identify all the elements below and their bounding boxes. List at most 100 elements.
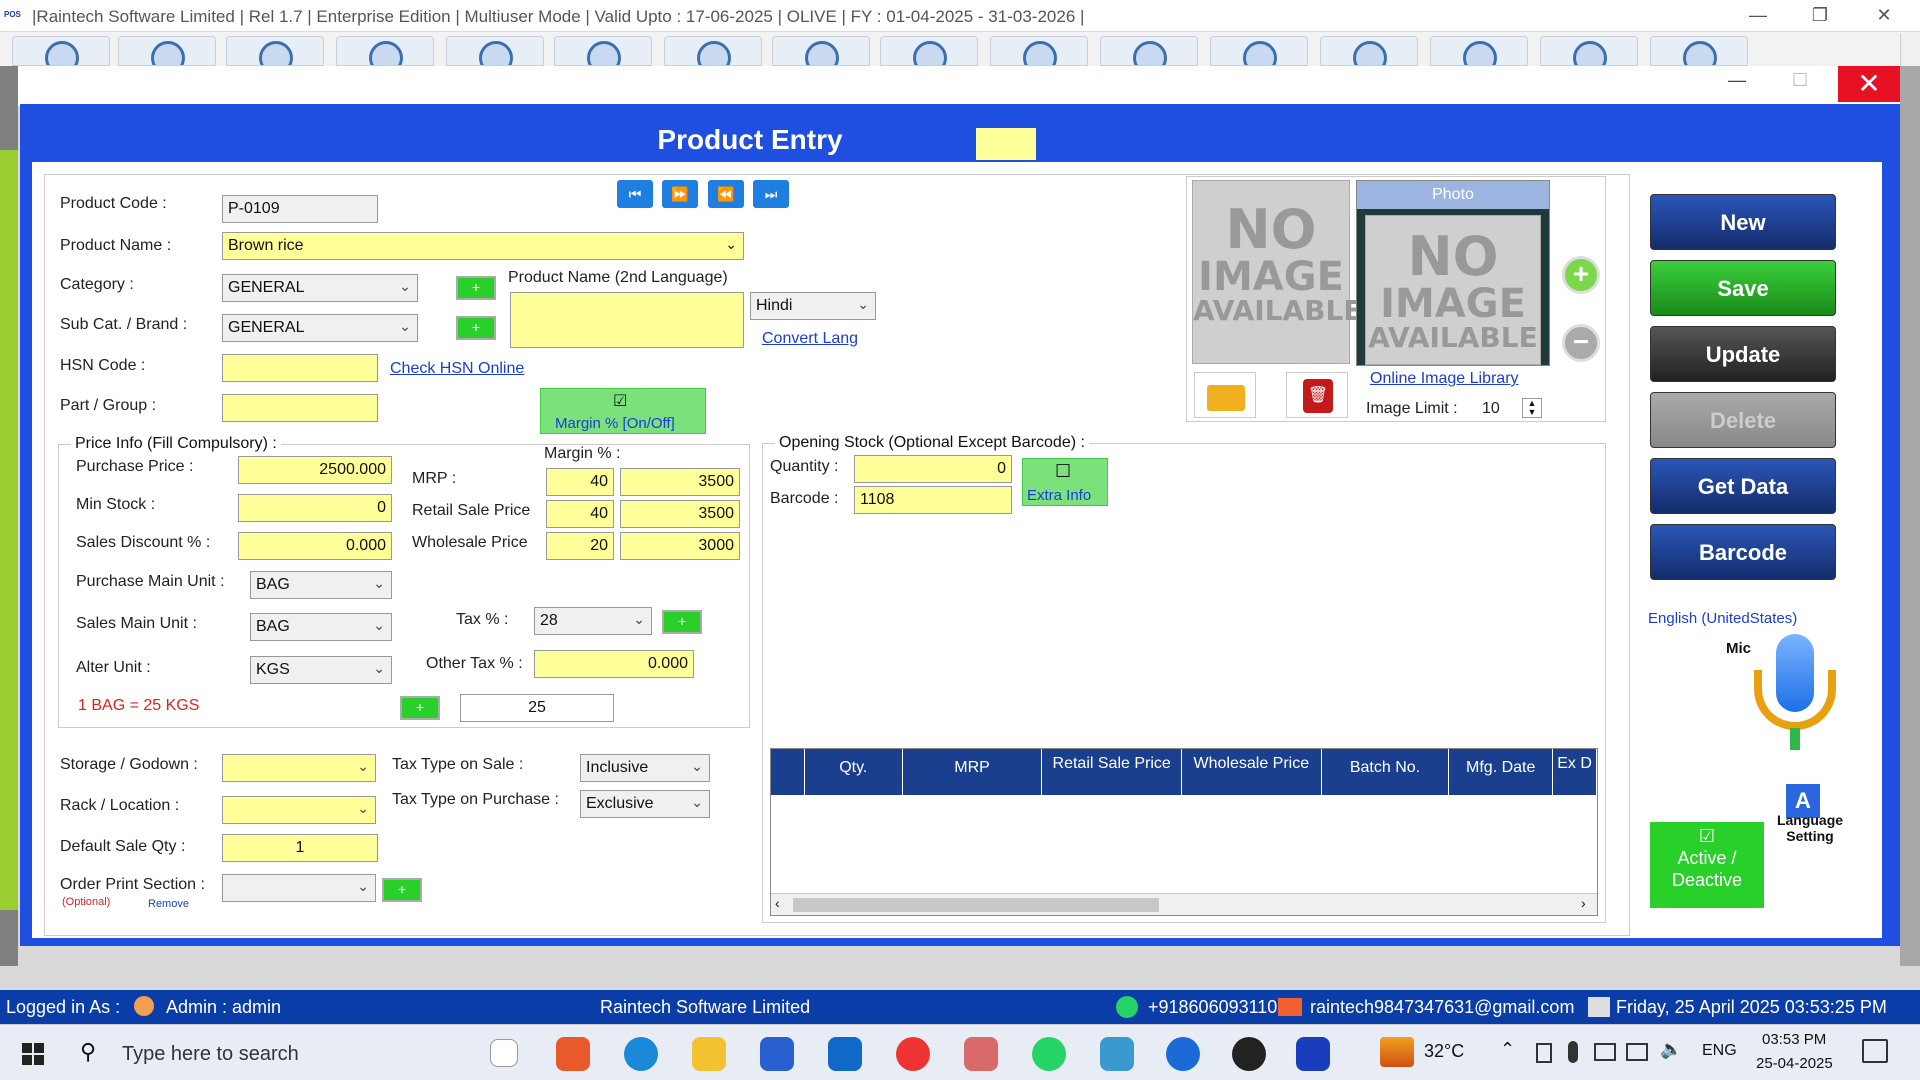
toolbar-button-11[interactable] xyxy=(1100,36,1198,66)
toolbar-button-2[interactable] xyxy=(118,36,216,66)
delete-button[interactable]: Delete xyxy=(1650,392,1836,448)
scroll-left-icon[interactable]: ‹ xyxy=(775,895,780,911)
app-restore-button[interactable]: ❐ xyxy=(1800,2,1840,28)
other-tax-field[interactable]: 0.000 xyxy=(534,650,694,678)
chevron-up-icon[interactable]: ⌃ xyxy=(1500,1039,1515,1060)
save-button[interactable]: Save xyxy=(1650,260,1836,316)
toolbar-button-4[interactable] xyxy=(336,36,434,66)
outlook-icon[interactable] xyxy=(828,1037,862,1071)
retail-price-field[interactable]: 3500 xyxy=(620,500,740,528)
mrp-field[interactable]: 3500 xyxy=(620,468,740,496)
grid-hscrollbar[interactable]: ‹ › xyxy=(771,893,1597,915)
toolbar-button-10[interactable] xyxy=(990,36,1088,66)
tax-select[interactable]: 28 ⌄ xyxy=(534,607,652,635)
raintech-app-icon[interactable] xyxy=(1296,1037,1330,1071)
tray-icon-1[interactable] xyxy=(1536,1043,1552,1063)
app-minimize-button[interactable]: — xyxy=(1738,2,1778,28)
clock-time[interactable]: 03:53 PM xyxy=(1762,1031,1826,1048)
convert-lang-link[interactable]: Convert Lang xyxy=(762,330,858,348)
grid-col-mrp[interactable]: MRP xyxy=(902,749,1043,795)
online-image-library-link[interactable]: Online Image Library xyxy=(1370,370,1519,388)
toolbar-button-13[interactable] xyxy=(1320,36,1418,66)
barcode-button[interactable]: Barcode xyxy=(1650,524,1836,580)
toolbar-button-7[interactable] xyxy=(664,36,762,66)
wholesale-price-field[interactable]: 3000 xyxy=(620,532,740,560)
category-select[interactable]: GENERAL ⌄ xyxy=(222,274,418,302)
nav-next-button[interactable]: ⏩ xyxy=(662,180,698,208)
language-setting-button[interactable]: Language Setting xyxy=(1772,812,1848,844)
check-hsn-link[interactable]: Check HSN Online xyxy=(390,360,524,378)
notification-icon[interactable] xyxy=(1862,1039,1888,1063)
margin-toggle[interactable]: ☑ Margin % [On/Off] xyxy=(540,388,706,434)
add-conversion-button[interactable]: + xyxy=(400,696,440,720)
conversion-field[interactable]: 25 xyxy=(460,694,614,722)
toolbar-button-15[interactable] xyxy=(1540,36,1638,66)
app-close-button[interactable]: ✕ xyxy=(1864,2,1904,28)
toolbar-button-1[interactable] xyxy=(12,36,110,66)
toolbar-button-9[interactable] xyxy=(880,36,978,66)
taskbar-app-11[interactable] xyxy=(1232,1037,1266,1071)
dialog-maximize-button[interactable]: ☐ xyxy=(1792,70,1808,91)
get-data-button[interactable]: Get Data xyxy=(1650,458,1836,514)
update-button[interactable]: Update xyxy=(1650,326,1836,382)
taskbar-search-box[interactable]: ⚲ Type here to search xyxy=(66,1029,454,1077)
extra-info-button[interactable]: ☐ Extra Info xyxy=(1022,458,1108,506)
taskbar-app-10[interactable] xyxy=(1166,1037,1200,1071)
taskbar-app-7[interactable] xyxy=(964,1037,998,1071)
nav-first-button[interactable]: ⏮ xyxy=(617,180,653,208)
storage-select[interactable]: ⌄ xyxy=(222,754,376,782)
grid-col-mfg[interactable]: Mfg. Date xyxy=(1449,749,1554,795)
clock-date[interactable]: 25-04-2025 xyxy=(1756,1055,1833,1072)
wholesale-margin-field[interactable]: 20 xyxy=(546,532,614,560)
add-tax-button[interactable]: + xyxy=(662,610,702,634)
tray-icon-3[interactable] xyxy=(1594,1043,1616,1061)
tax-sale-select[interactable]: Inclusive ⌄ xyxy=(580,754,710,782)
nav-last-button[interactable]: ⏭ xyxy=(753,180,789,208)
grid-col-exp[interactable]: Ex D xyxy=(1553,749,1597,795)
hsn-field[interactable] xyxy=(222,354,378,382)
new-button[interactable]: New xyxy=(1650,194,1836,250)
part-group-field[interactable] xyxy=(222,394,378,422)
purchase-price-field[interactable]: 2500.000 xyxy=(238,456,392,484)
remove-link[interactable]: Remove xyxy=(148,898,189,910)
mrp-margin-field[interactable]: 40 xyxy=(546,468,614,496)
tax-purchase-select[interactable]: Exclusive ⌄ xyxy=(580,790,710,818)
subcat-select[interactable]: GENERAL ⌄ xyxy=(222,314,418,342)
chrome-icon[interactable] xyxy=(896,1037,930,1071)
add-subcat-button[interactable]: + xyxy=(456,316,496,340)
toolbar-button-14[interactable] xyxy=(1430,36,1528,66)
product-name-field[interactable]: Brown rice ⌄ xyxy=(222,232,744,260)
scroll-right-icon[interactable]: › xyxy=(1581,895,1586,911)
microphone-tray-icon[interactable] xyxy=(1568,1041,1578,1063)
rack-select[interactable]: ⌄ xyxy=(222,796,376,824)
grid-col-batch[interactable]: Batch No. xyxy=(1321,749,1450,795)
stock-grid[interactable]: Qty. MRP Retail Sale Price Wholesale Pri… xyxy=(770,748,1598,916)
barcode-field[interactable]: 1108 xyxy=(854,486,1012,514)
image-limit-spinner[interactable]: ▲ ▼ xyxy=(1522,398,1542,418)
grid-col-qty[interactable]: Qty. xyxy=(804,749,903,795)
photo-frame[interactable]: Photo NO IMAGE AVAILABLE xyxy=(1356,180,1550,366)
grid-scroll-thumb[interactable] xyxy=(793,898,1159,912)
dialog-minimize-button[interactable]: — xyxy=(1728,70,1746,91)
edge-icon[interactable] xyxy=(624,1037,658,1071)
whatsapp-taskbar-icon[interactable] xyxy=(1032,1037,1066,1071)
file-explorer-icon[interactable] xyxy=(692,1037,726,1071)
language-select[interactable]: Hindi ⌄ xyxy=(750,292,876,320)
toolbar-button-6[interactable] xyxy=(554,36,652,66)
toolbar-button-16[interactable] xyxy=(1650,36,1748,66)
network-icon[interactable] xyxy=(1626,1043,1648,1061)
task-view-icon[interactable] xyxy=(490,1039,518,1067)
product-code-field[interactable]: P-0109 xyxy=(222,195,378,223)
add-order-print-button[interactable]: + xyxy=(382,878,422,902)
grid-col-retail[interactable]: Retail Sale Price xyxy=(1042,749,1182,795)
toolbar-button-12[interactable] xyxy=(1210,36,1308,66)
nav-prev-button[interactable]: ⏪ xyxy=(708,180,744,208)
remove-image-button[interactable]: − xyxy=(1562,324,1600,362)
grid-col-wholesale[interactable]: Wholesale Price xyxy=(1182,749,1322,795)
quantity-field[interactable]: 0 xyxy=(854,455,1012,483)
sales-discount-field[interactable]: 0.000 xyxy=(238,532,392,560)
store-icon[interactable] xyxy=(760,1037,794,1071)
purchase-unit-select[interactable]: BAG ⌄ xyxy=(250,571,392,599)
toolbar-button-5[interactable] xyxy=(446,36,544,66)
volume-icon[interactable]: 🔈 xyxy=(1660,1039,1682,1060)
